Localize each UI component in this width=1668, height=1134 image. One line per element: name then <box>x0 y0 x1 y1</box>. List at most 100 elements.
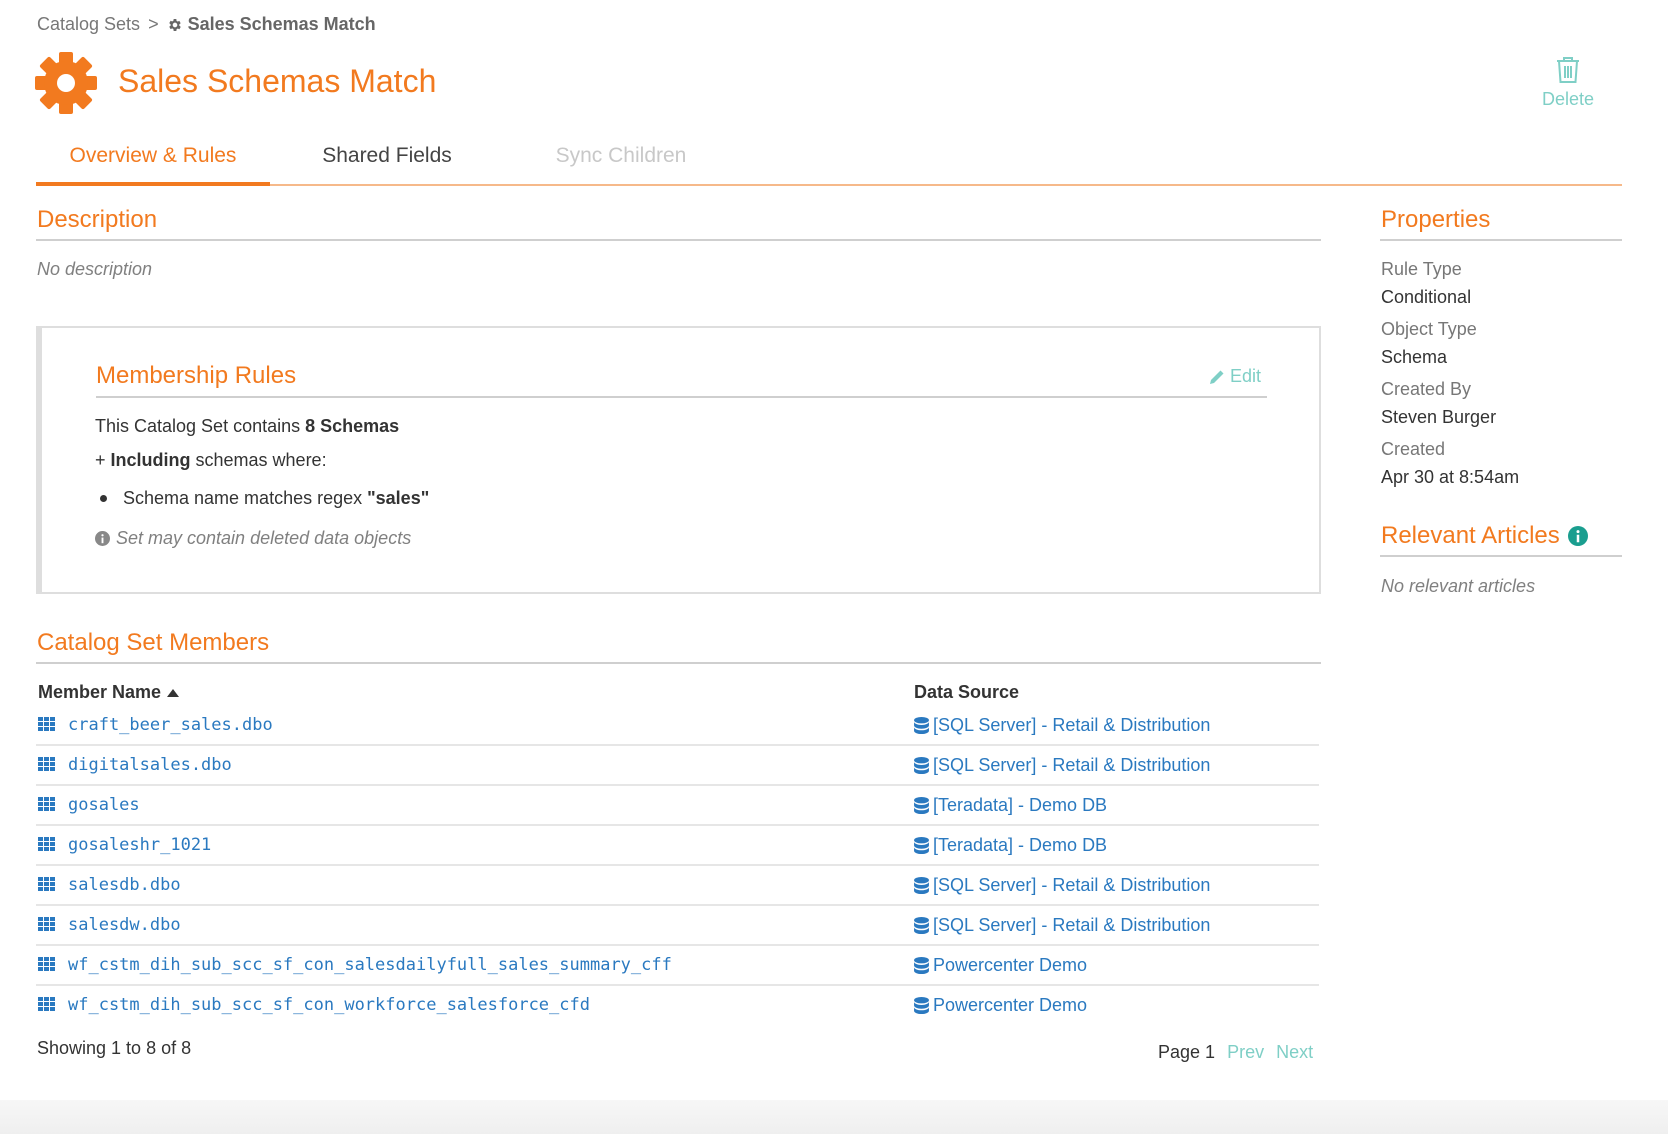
next-page-link[interactable]: Next <box>1276 1042 1313 1063</box>
database-icon <box>914 877 929 894</box>
delete-label: Delete <box>1541 89 1595 109</box>
showing-count: Showing 1 to 8 of 8 <box>37 1038 192 1058</box>
description-title: Description <box>37 206 158 233</box>
prop-created-label: Created <box>1381 439 1446 459</box>
prop-object-type-label: Object Type <box>1381 319 1477 339</box>
gear-icon <box>168 18 181 31</box>
info-icon <box>95 531 110 546</box>
database-icon <box>914 797 929 814</box>
member-name-link[interactable]: salesdb.dbo <box>68 875 181 895</box>
membership-including-line: + Including schemas where: <box>95 450 327 471</box>
articles-divider <box>1380 555 1622 557</box>
data-source-link[interactable]: [Teradata] - Demo DB <box>914 795 1107 816</box>
membership-divider <box>96 396 1267 398</box>
prop-created-by-label: Created By <box>1381 379 1472 399</box>
breadcrumb-parent-link[interactable]: Catalog Sets <box>37 14 140 35</box>
including-bold: Including <box>110 450 191 470</box>
prop-rule-type-label: Rule Type <box>1381 259 1462 279</box>
member-name-link[interactable]: salesdw.dbo <box>68 915 181 935</box>
tab-shared-fields[interactable]: Shared Fields <box>270 138 504 186</box>
data-source-link[interactable]: [SQL Server] - Retail & Distribution <box>914 875 1210 896</box>
breadcrumb-current: Sales Schemas Match <box>167 14 376 35</box>
database-icon <box>914 757 929 774</box>
member-name-link[interactable]: wf_cstm_dih_sub_scc_sf_con_workforce_sal… <box>68 995 590 1015</box>
database-icon <box>914 917 929 934</box>
database-icon <box>914 957 929 974</box>
breadcrumb-current-label: Sales Schemas Match <box>187 14 376 34</box>
table-row: salesdw.dbo [SQL Server] - Retail & Distr… <box>36 906 1319 946</box>
page-indicator: Page 1 <box>1158 1042 1216 1062</box>
table-grid-icon <box>38 797 56 813</box>
data-source-link[interactable]: Powercenter Demo <box>914 995 1087 1016</box>
data-source-link[interactable]: Powercenter Demo <box>914 955 1087 976</box>
membership-rule-item: Schema name matches regex "sales" <box>100 488 429 509</box>
member-name-link[interactable]: digitalsales.dbo <box>68 755 232 775</box>
member-name-link[interactable]: gosaleshr_1021 <box>68 835 211 855</box>
page-title: Sales Schemas Match <box>118 63 437 99</box>
table-row: gosales [Teradata] - Demo DB <box>36 786 1319 826</box>
table-grid-icon <box>38 917 56 933</box>
properties-title: Properties <box>1381 206 1491 233</box>
data-source-label: Powercenter Demo <box>933 955 1088 975</box>
sort-asc-icon <box>167 688 180 697</box>
pagination: Page 1 Prev Next <box>1158 1042 1313 1063</box>
note-text: Set may contain deleted data objects <box>116 528 412 548</box>
pencil-icon <box>1210 370 1224 384</box>
rule-value: "sales" <box>367 488 430 508</box>
footer-bar <box>0 1100 1668 1134</box>
bullet <box>100 495 107 502</box>
table-grid-icon <box>38 957 56 973</box>
table-row: digitalsales.dbo [SQL Server] - Retail & … <box>36 746 1319 786</box>
membership-rules-title: Membership Rules <box>96 362 297 389</box>
edit-label: Edit <box>1230 366 1262 386</box>
description-divider <box>36 239 1321 241</box>
including-prefix: + <box>95 450 111 470</box>
table-grid-icon <box>38 757 56 773</box>
members-title: Catalog Set Members <box>37 629 270 656</box>
table-row: wf_cstm_dih_sub_scc_sf_con_salesdailyful… <box>36 946 1319 986</box>
data-source-link[interactable]: [SQL Server] - Retail & Distribution <box>914 915 1210 936</box>
data-source-label: [Teradata] - Demo DB <box>933 795 1108 815</box>
data-source-label: [Teradata] - Demo DB <box>933 835 1108 855</box>
breadcrumb: Catalog Sets > Sales Schemas Match <box>37 14 376 35</box>
data-source-link[interactable]: [SQL Server] - Retail & Distribution <box>914 755 1210 776</box>
breadcrumb-separator: > <box>148 14 159 34</box>
data-source-label: [SQL Server] - Retail & Distribution <box>933 755 1211 775</box>
tab-sync-children: Sync Children <box>555 144 687 167</box>
member-name-link[interactable]: gosales <box>68 795 140 815</box>
table-row: craft_beer_sales.dbo [SQL Server] - Retai… <box>36 706 1319 746</box>
table-row: wf_cstm_dih_sub_scc_sf_con_workforce_sal… <box>36 986 1319 1026</box>
edit-rules-link[interactable]: Edit <box>1209 366 1261 387</box>
tab-bar: Overview & Rules Shared Fields Sync Chil… <box>36 138 1622 186</box>
data-source-link[interactable]: [Teradata] - Demo DB <box>914 835 1107 856</box>
members-divider <box>36 662 1321 664</box>
data-source-link[interactable]: [SQL Server] - Retail & Distribution <box>914 715 1210 736</box>
table-grid-icon <box>38 717 56 733</box>
table-grid-icon <box>38 877 56 893</box>
count-prefix: This Catalog Set contains <box>95 416 306 436</box>
table-grid-icon <box>38 997 56 1013</box>
member-name-link[interactable]: wf_cstm_dih_sub_scc_sf_con_salesdailyful… <box>68 955 672 975</box>
count-value: 8 Schemas <box>305 416 400 436</box>
member-name-link[interactable]: craft_beer_sales.dbo <box>68 715 273 735</box>
rule-prefix: Schema name matches regex <box>123 488 368 508</box>
database-icon <box>914 837 929 854</box>
prop-created-value: Apr 30 at 8:54am <box>1381 467 1520 487</box>
description-text: No description <box>37 259 153 279</box>
database-icon <box>914 717 929 734</box>
prev-page-link[interactable]: Prev <box>1227 1042 1264 1063</box>
table-grid-icon <box>38 837 56 853</box>
info-icon[interactable] <box>1567 526 1588 546</box>
deleted-objects-note: Set may contain deleted data objects <box>95 528 411 549</box>
prop-created-by-value[interactable]: Steven Burger <box>1381 407 1496 428</box>
column-header-data-source: Data Source <box>914 682 1020 702</box>
prop-object-type-value: Schema <box>1381 347 1448 367</box>
data-source-label: [SQL Server] - Retail & Distribution <box>933 715 1211 735</box>
table-row: salesdb.dbo [SQL Server] - Retail & Distr… <box>36 866 1319 906</box>
properties-divider <box>1380 239 1622 241</box>
relevant-articles-header: Relevant Articles <box>1381 522 1588 550</box>
tab-overview-rules[interactable]: Overview & Rules <box>36 138 270 186</box>
column-header-member-name[interactable]: Member Name <box>38 682 180 703</box>
member-name-header-label: Member Name <box>38 682 162 702</box>
delete-button[interactable]: Delete <box>1532 55 1604 110</box>
